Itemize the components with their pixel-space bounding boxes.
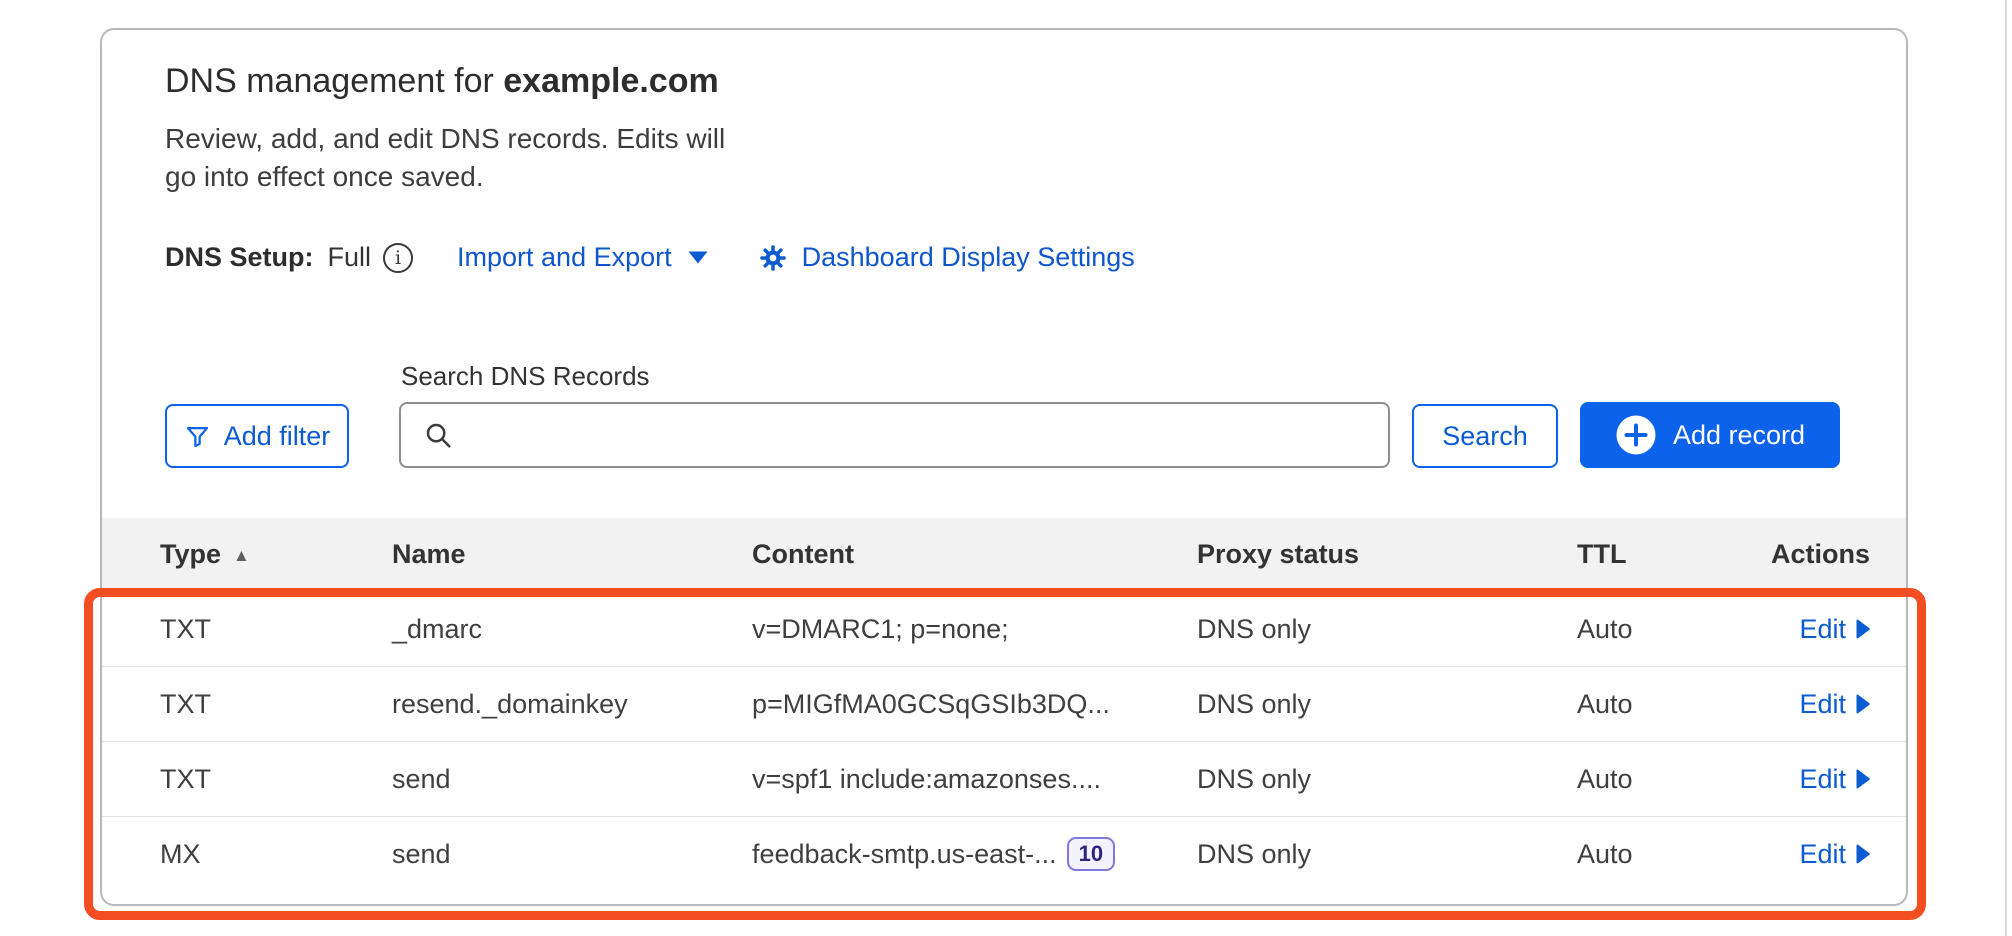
table-row: TXT resend._domainkey p=MIGfMA0GCSqGSIb3… — [102, 666, 1906, 741]
dns-setup-label: DNS Setup: — [165, 242, 314, 273]
cell-content: v=spf1 include:amazonses.... — [752, 764, 1197, 795]
dashboard-display-settings-link[interactable]: Dashboard Display Settings — [758, 242, 1135, 273]
dashboard-display-settings-label: Dashboard Display Settings — [802, 242, 1135, 273]
search-button[interactable]: Search — [1412, 404, 1558, 468]
table-header-row: Type▲ Name Content Proxy status TTL Acti… — [102, 518, 1906, 591]
dns-setup-value: Full — [328, 242, 372, 273]
dns-management-page: DNS management for example.com Review, a… — [0, 0, 2012, 936]
column-header-actions: Actions — [1771, 539, 1870, 570]
edit-record-link[interactable]: Edit — [1799, 839, 1870, 870]
cell-ttl: Auto — [1577, 839, 1765, 870]
page-title: DNS management for example.com — [165, 58, 1840, 104]
column-header-name: Name — [392, 539, 752, 570]
edit-caret-icon — [1856, 844, 1870, 864]
dns-setup-row: DNS Setup: Full i Import and Export — [165, 242, 1840, 273]
cell-name: send — [392, 764, 752, 795]
column-header-ttl: TTL — [1577, 539, 1765, 570]
page-title-prefix: DNS management for — [165, 62, 494, 100]
cell-content: feedback-smtp.us-east-... 10 — [752, 837, 1197, 871]
search-field-label: Search DNS Records — [401, 361, 1390, 392]
add-record-button[interactable]: Add record — [1580, 402, 1840, 468]
dns-management-card: DNS management for example.com Review, a… — [100, 28, 1908, 906]
search-button-label: Search — [1442, 421, 1528, 452]
page-description: Review, add, and edit DNS records. Edits… — [165, 120, 1840, 196]
column-header-type[interactable]: Type▲ — [160, 539, 392, 570]
cell-content: v=DMARC1; p=none; — [752, 614, 1197, 645]
table-row: TXT _dmarc v=DMARC1; p=none; DNS only Au… — [102, 591, 1906, 666]
cell-type: TXT — [160, 614, 392, 645]
cell-type: TXT — [160, 689, 392, 720]
edit-caret-icon — [1856, 769, 1870, 789]
info-icon[interactable]: i — [383, 243, 413, 273]
domain-name: example.com — [503, 62, 718, 100]
cell-content: p=MIGfMA0GCSqGSIb3DQ... — [752, 689, 1197, 720]
cell-ttl: Auto — [1577, 614, 1765, 645]
filter-funnel-icon — [184, 423, 211, 450]
dns-records-table: Type▲ Name Content Proxy status TTL Acti… — [102, 518, 1906, 891]
cell-ttl: Auto — [1577, 689, 1765, 720]
table-row: TXT send v=spf1 include:amazonses.... DN… — [102, 741, 1906, 816]
edit-record-link[interactable]: Edit — [1799, 764, 1870, 795]
cell-actions: Edit — [1799, 839, 1870, 870]
cell-name: _dmarc — [392, 614, 752, 645]
search-input-container — [399, 402, 1390, 468]
edit-caret-icon — [1856, 694, 1870, 714]
priority-badge: 10 — [1067, 837, 1115, 871]
add-filter-button[interactable]: Add filter — [165, 404, 349, 468]
table-row: MX send feedback-smtp.us-east-... 10 DNS… — [102, 816, 1906, 891]
gear-icon — [758, 243, 788, 273]
column-header-proxy-status: Proxy status — [1197, 539, 1577, 570]
plus-circle-icon — [1615, 414, 1657, 456]
cell-type: MX — [160, 839, 392, 870]
cell-proxy-status: DNS only — [1197, 614, 1577, 645]
records-toolbar: Add filter Search DNS Records Sear — [165, 361, 1840, 468]
edit-record-link[interactable]: Edit — [1799, 689, 1870, 720]
cell-proxy-status: DNS only — [1197, 764, 1577, 795]
cell-proxy-status: DNS only — [1197, 689, 1577, 720]
cell-actions: Edit — [1799, 764, 1870, 795]
column-header-content: Content — [752, 539, 1197, 570]
cell-name: resend._domainkey — [392, 689, 752, 720]
import-export-link[interactable]: Import and Export — [457, 242, 708, 273]
add-record-label: Add record — [1673, 420, 1805, 451]
add-filter-label: Add filter — [224, 421, 331, 452]
import-export-label: Import and Export — [457, 242, 672, 273]
right-edge-divider — [2005, 0, 2007, 936]
description-line-2: go into effect once saved. — [165, 158, 1840, 196]
search-icon — [423, 420, 453, 450]
description-line-1: Review, add, and edit DNS records. Edits… — [165, 120, 1840, 158]
cell-proxy-status: DNS only — [1197, 839, 1577, 870]
edit-caret-icon — [1856, 619, 1870, 639]
search-input[interactable] — [469, 420, 1368, 451]
cell-actions: Edit — [1799, 614, 1870, 645]
cell-type: TXT — [160, 764, 392, 795]
cell-actions: Edit — [1799, 689, 1870, 720]
sort-asc-icon: ▲ — [233, 546, 250, 566]
search-field-group: Search DNS Records — [399, 361, 1390, 468]
cell-ttl: Auto — [1577, 764, 1765, 795]
caret-down-icon — [688, 251, 708, 264]
cell-name: send — [392, 839, 752, 870]
edit-record-link[interactable]: Edit — [1799, 614, 1870, 645]
